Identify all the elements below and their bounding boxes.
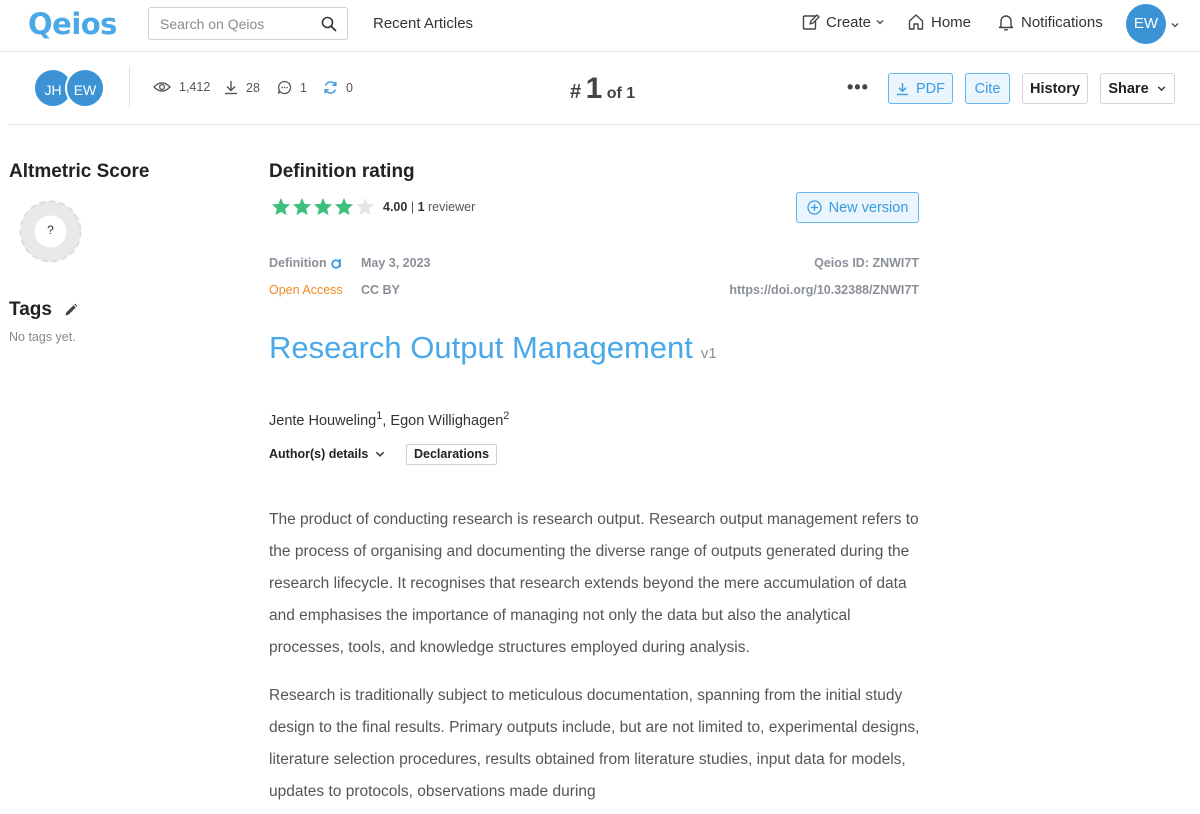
qeios-id: Qeios ID: ZNWI7T [814, 256, 919, 270]
author-name[interactable]: Jente Houweling [269, 413, 376, 429]
download-icon [897, 82, 908, 95]
create-label: Create [826, 13, 872, 31]
notifications-link[interactable]: Notifications [997, 13, 1103, 31]
comments-stat: 1 [277, 80, 307, 95]
author-avatar-ew[interactable]: EW [65, 68, 105, 108]
more-options-button[interactable]: ••• [847, 77, 869, 98]
search-box[interactable] [148, 7, 348, 40]
rating-stars[interactable] [271, 197, 376, 216]
article-paragraph: Research is traditionally subject to met… [269, 687, 920, 800]
rating-title: Definition rating [269, 161, 415, 182]
rating-summary: 4.00 | 1 reviewer [383, 200, 475, 214]
publish-date: May 3, 2023 [361, 256, 431, 270]
recent-articles-label: Recent Articles [373, 15, 474, 32]
version-label: v1 [700, 345, 717, 362]
pencil-icon[interactable] [64, 303, 78, 317]
edit-icon [802, 14, 820, 30]
eye-icon [153, 82, 171, 92]
author-affiliation: 2 [503, 410, 510, 422]
tags-header: Tags [9, 299, 78, 321]
star-filled-icon[interactable] [292, 197, 312, 216]
article-rank: # 1 of 1 [570, 72, 635, 106]
altmetric-badge[interactable]: ? [18, 199, 83, 264]
search-icon[interactable] [321, 16, 337, 32]
reviewer-count: 1 [417, 200, 425, 214]
article-toolbar: JH EW 1,412 28 1 0 # 1 of 1 ••• PDF Cite… [8, 52, 1200, 125]
downloads-count: 28 [246, 80, 260, 95]
rating-separator: | [410, 200, 415, 214]
pdf-button[interactable]: PDF [888, 73, 953, 104]
tags-title: Tags [9, 299, 52, 320]
article-type-label: Definition [269, 256, 327, 270]
versions-stat: 0 [323, 80, 353, 95]
new-version-button[interactable]: New version [796, 192, 919, 223]
share-label: Share [1108, 80, 1149, 97]
toolbar-divider [129, 66, 130, 108]
rank-of: of 1 [606, 85, 636, 102]
star-filled-icon[interactable] [334, 197, 354, 216]
notifications-label: Notifications [1021, 13, 1103, 31]
altmetric-value: ? [47, 223, 54, 237]
no-tags-text: No tags yet. [9, 330, 76, 344]
qeios-logo[interactable]: Qeios [28, 7, 117, 41]
user-menu-chevron-icon[interactable] [1170, 20, 1180, 30]
search-input[interactable] [149, 8, 314, 39]
rating-score: 4.00 [383, 200, 408, 214]
share-button[interactable]: Share [1100, 73, 1175, 104]
comments-count: 1 [300, 80, 307, 95]
refresh-icon [324, 81, 337, 94]
star-filled-icon[interactable] [271, 197, 291, 216]
pdf-label: PDF [916, 80, 945, 97]
versions-count: 0 [346, 80, 353, 95]
author-details-toggle[interactable]: Author(s) details [269, 447, 386, 461]
author-avatars: JH EW [33, 68, 109, 108]
home-label: Home [931, 13, 972, 31]
chevron-down-icon [1157, 86, 1165, 92]
reviewer-label[interactable]: reviewer [428, 200, 475, 214]
star-filled-icon[interactable] [313, 197, 333, 216]
create-menu[interactable]: Create [802, 13, 885, 31]
article-title-row: Research Output Management v1 [269, 330, 717, 366]
download-icon [225, 81, 237, 95]
altmetric-title: Altmetric Score [9, 161, 150, 182]
chevron-down-icon [876, 20, 884, 25]
author-details-label: Author(s) details [269, 447, 369, 461]
top-navigation: Qeios Recent Articles Create Home Notifi… [0, 0, 1200, 52]
plus-circle-icon [806, 200, 822, 215]
comment-icon [277, 80, 292, 95]
user-avatar[interactable]: EW [1126, 4, 1166, 44]
license-label[interactable]: CC BY [361, 283, 400, 297]
star-empty-icon[interactable] [355, 197, 375, 216]
definition-icon [330, 258, 341, 269]
article-title: Research Output Management [269, 330, 693, 365]
doi-link[interactable]: https://doi.org/10.32388/ZNWI7T [729, 283, 919, 297]
downloads-stat: 28 [224, 80, 260, 95]
cite-button[interactable]: Cite [965, 73, 1010, 104]
new-version-label: New version [828, 199, 909, 216]
recent-articles-link[interactable]: Recent Articles [373, 15, 473, 32]
declarations-button[interactable]: Declarations [406, 444, 497, 465]
author-name[interactable]: Egon Willighagen [390, 413, 503, 429]
home-link[interactable]: Home [907, 13, 971, 31]
rank-hash: # [570, 81, 582, 103]
article-paragraph: The product of conducting research is re… [269, 511, 919, 656]
views-count: 1,412 [179, 80, 211, 94]
chevron-down-icon [376, 451, 385, 457]
bell-icon [998, 15, 1014, 31]
views-stat: 1,412 [153, 80, 210, 94]
author-list: Jente Houweling1, Egon Willighagen2 [269, 410, 509, 429]
rank-number: 1 [585, 72, 603, 105]
history-button[interactable]: History [1022, 73, 1088, 104]
open-access-badge[interactable]: Open Access [269, 283, 343, 297]
home-icon [908, 14, 924, 30]
article-type: Definition [269, 256, 342, 270]
